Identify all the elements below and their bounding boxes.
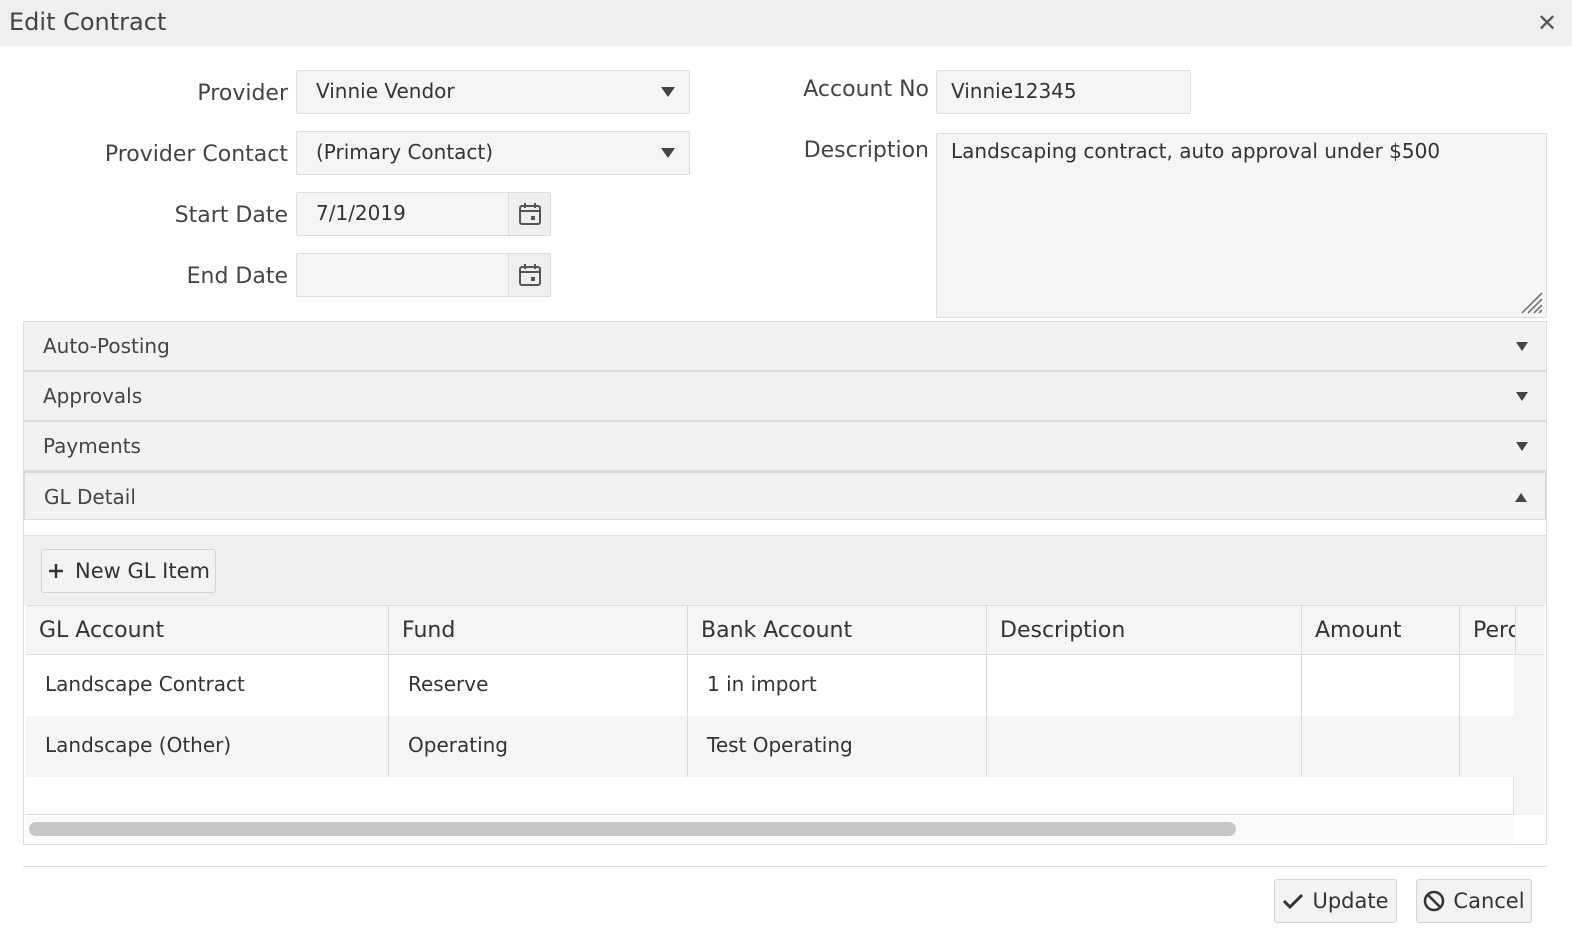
cell-percent	[1460, 716, 1516, 777]
plus-icon	[49, 564, 64, 578]
chevron-down-icon	[661, 148, 675, 158]
column-header-percent[interactable]: Perc	[1460, 606, 1516, 654]
account-no-value: Vinnie12345	[951, 79, 1077, 103]
start-date-value: 7/1/2019	[316, 201, 406, 225]
cell-description	[987, 655, 1302, 716]
grid-empty-area	[26, 777, 1514, 815]
column-header-bank-account[interactable]: Bank Account	[688, 606, 987, 654]
chevron-down-icon	[661, 87, 675, 97]
provider-select[interactable]: Vinnie Vendor	[296, 70, 690, 114]
provider-contact-label: Provider Contact	[104, 142, 288, 167]
table-row[interactable]: Landscape (Other) Operating Test Operati…	[26, 716, 1516, 777]
end-date-label: End Date	[186, 264, 288, 289]
chevron-down-icon	[1516, 392, 1528, 401]
calendar-icon[interactable]	[508, 254, 550, 296]
calendar-icon[interactable]	[508, 193, 550, 235]
ban-icon	[1424, 890, 1445, 912]
end-date-field[interactable]	[296, 253, 551, 297]
gl-grid-header: GL Account Fund Bank Account Description…	[26, 605, 1544, 655]
check-icon	[1283, 893, 1304, 910]
provider-value: Vinnie Vendor	[316, 79, 455, 103]
chevron-down-icon	[1516, 442, 1528, 451]
table-row[interactable]: Landscape Contract Reserve 1 in import	[26, 655, 1516, 716]
section-label: Payments	[43, 434, 141, 458]
cell-fund: Reserve	[389, 655, 688, 716]
provider-label: Provider	[197, 81, 288, 106]
cancel-label: Cancel	[1453, 889, 1525, 913]
description-value: Landscaping contract, auto approval unde…	[951, 139, 1441, 163]
cell-fund: Operating	[389, 716, 688, 777]
chevron-up-icon	[1515, 493, 1527, 502]
account-no-field[interactable]: Vinnie12345	[936, 70, 1191, 114]
update-label: Update	[1312, 889, 1389, 913]
description-label: Description	[803, 138, 929, 163]
cell-bank-account: Test Operating	[688, 716, 987, 777]
horizontal-scrollbar[interactable]	[26, 816, 1514, 842]
start-date-label: Start Date	[174, 203, 288, 228]
account-no-label: Account No	[803, 77, 929, 102]
cell-amount	[1302, 655, 1460, 716]
update-button[interactable]: Update	[1274, 879, 1397, 923]
vertical-scrollbar-track[interactable]	[1514, 655, 1544, 815]
provider-contact-value: (Primary Contact)	[316, 140, 494, 164]
column-header-description[interactable]: Description	[987, 606, 1302, 654]
provider-contact-select[interactable]: (Primary Contact)	[296, 131, 690, 175]
dialog-title-bar: Edit Contract ✕	[0, 0, 1572, 46]
cell-bank-account: 1 in import	[688, 655, 987, 716]
section-auto-posting[interactable]: Auto-Posting	[23, 321, 1547, 371]
close-icon[interactable]: ✕	[1533, 7, 1561, 39]
column-header-gl-account[interactable]: GL Account	[26, 606, 389, 654]
new-gl-item-button[interactable]: New GL Item	[41, 549, 216, 593]
footer-divider	[23, 866, 1547, 867]
chevron-down-icon	[1516, 342, 1528, 351]
dialog-title: Edit Contract	[9, 8, 167, 36]
cancel-button[interactable]: Cancel	[1416, 879, 1532, 923]
section-label: Auto-Posting	[43, 334, 170, 358]
section-payments[interactable]: Payments	[23, 421, 1547, 471]
horizontal-scrollbar-thumb[interactable]	[29, 822, 1236, 836]
section-label: GL Detail	[44, 485, 136, 509]
cell-percent	[1460, 655, 1516, 716]
cell-gl-account: Landscape Contract	[26, 655, 389, 716]
column-header-amount[interactable]: Amount	[1302, 606, 1460, 654]
cell-description	[987, 716, 1302, 777]
description-textarea[interactable]: Landscaping contract, auto approval unde…	[936, 133, 1547, 318]
cell-gl-account: Landscape (Other)	[26, 716, 389, 777]
resize-handle-icon[interactable]	[1518, 289, 1544, 315]
new-gl-item-label: New GL Item	[75, 559, 210, 583]
cell-amount	[1302, 716, 1460, 777]
column-header-fund[interactable]: Fund	[389, 606, 688, 654]
gl-toolbar: New GL Item	[24, 535, 1546, 605]
gl-detail-panel: New GL Item GL Account Fund Bank Account…	[23, 519, 1547, 845]
section-approvals[interactable]: Approvals	[23, 371, 1547, 421]
section-label: Approvals	[43, 384, 143, 408]
section-gl-detail[interactable]: GL Detail	[23, 471, 1547, 521]
start-date-field[interactable]: 7/1/2019	[296, 192, 551, 236]
